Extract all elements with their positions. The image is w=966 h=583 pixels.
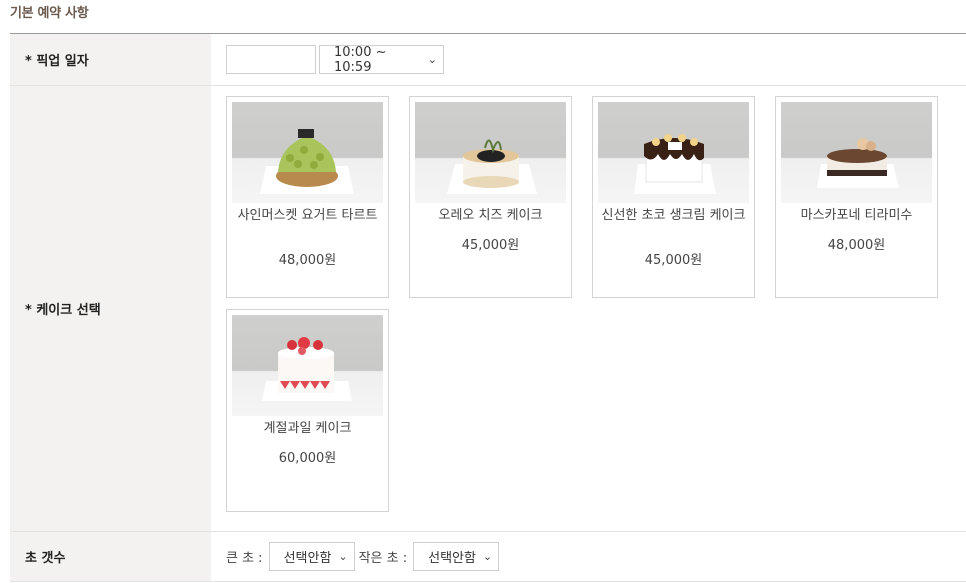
small-candle-label: 작은 초 :	[358, 551, 408, 566]
small-candle-value: 선택안함	[428, 551, 476, 566]
candle-label: 초 갯수	[10, 532, 211, 581]
big-candle-select[interactable]: 선택안함 ⌄	[268, 542, 355, 571]
chevron-down-icon: ⌄	[427, 53, 437, 66]
candle-controls: 큰 초 : 선택안함 ⌄ 작은 초 : 선택안함 ⌄	[211, 532, 966, 581]
cake-price: 48,000원	[278, 253, 337, 268]
cake-image-seasonal-fruit	[232, 315, 383, 416]
section-title: 기본 예약 사항	[10, 6, 89, 21]
cake-card-tiramisu[interactable]: 마스카포네 티라미수 48,000원	[775, 96, 938, 298]
small-candle-select[interactable]: 선택안함 ⌄	[413, 542, 500, 571]
cake-image-tiramisu	[781, 102, 932, 203]
big-candle-value: 선택안함	[283, 551, 332, 566]
cake-image-oreo-cheese	[415, 102, 566, 203]
cake-price: 48,000원	[827, 238, 886, 253]
cake-name: 마스카포네 티라미수	[800, 208, 913, 223]
candle-row: 초 갯수 큰 초 : 선택안함 ⌄ 작은 초 : 선택안함 ⌄	[10, 532, 966, 582]
cake-price: 60,000원	[278, 451, 337, 466]
cake-name: 신선한 초코 생크림 케이크	[601, 208, 746, 223]
pickup-date-input[interactable]	[226, 45, 316, 74]
chevron-down-icon: ⌄	[338, 550, 348, 563]
cake-price: 45,000원	[644, 253, 703, 268]
cake-image-choco-cream	[598, 102, 749, 203]
cake-name: 오레오 치즈 케이크	[438, 208, 543, 223]
cake-name: 사인머스켓 요거트 타르트	[237, 208, 378, 223]
cake-price: 45,000원	[461, 238, 520, 253]
cake-label: * 케이크 선택	[10, 86, 211, 531]
cake-card-oreo-cheese[interactable]: 오레오 치즈 케이크 45,000원	[409, 96, 572, 298]
chevron-down-icon: ⌄	[482, 550, 493, 563]
pickup-time-value: 10:00 ~ 10:59	[334, 44, 387, 75]
reservation-form: * 픽업 일자 10:00 ~ 10:59 ⌄ * 케이크 선택 사인머스켓 요…	[10, 33, 966, 582]
cake-card-seasonal-fruit[interactable]: 계절과일 케이크 60,000원	[226, 309, 389, 512]
pickup-label: * 픽업 일자	[10, 34, 211, 85]
pickup-controls: 10:00 ~ 10:59 ⌄	[211, 34, 966, 85]
cake-image-shine-muscat	[232, 102, 383, 203]
cake-list: 사인머스켓 요거트 타르트 48,000원 오레오 치즈 케이크 45,000원…	[211, 86, 966, 531]
cake-row: * 케이크 선택 사인머스켓 요거트 타르트 48,000원 오레오 치즈 케이…	[10, 86, 966, 532]
cake-card-shine-muscat[interactable]: 사인머스켓 요거트 타르트 48,000원	[226, 96, 389, 298]
cake-card-choco-cream[interactable]: 신선한 초코 생크림 케이크 45,000원	[592, 96, 755, 298]
pickup-row: * 픽업 일자 10:00 ~ 10:59 ⌄	[10, 34, 966, 86]
cake-name: 계절과일 케이크	[263, 421, 352, 436]
big-candle-label: 큰 초 :	[226, 551, 263, 566]
pickup-time-select[interactable]: 10:00 ~ 10:59 ⌄	[319, 44, 444, 75]
